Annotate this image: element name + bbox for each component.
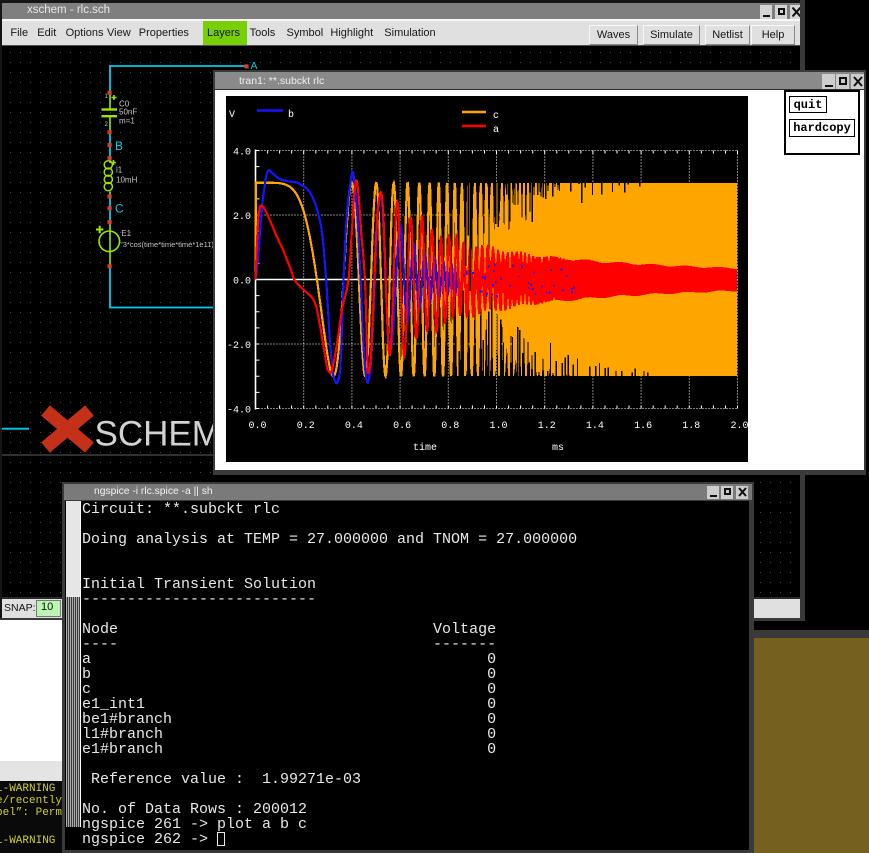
svg-text:50nF: 50nF [119, 108, 137, 117]
svg-text:c: c [493, 111, 499, 122]
svg-text:SCHEM: SCHEM [95, 415, 221, 454]
svg-text:1.0: 1.0 [489, 421, 507, 432]
svg-text:l1: l1 [116, 166, 123, 175]
svg-text:-4.0: -4.0 [227, 406, 251, 417]
svg-text:m=1: m=1 [119, 117, 135, 126]
svg-text:B: B [115, 139, 123, 153]
svg-text:0.6: 0.6 [393, 421, 411, 432]
svg-text:C: C [115, 202, 124, 216]
svg-text:1.8: 1.8 [682, 421, 700, 432]
svg-text:b: b [288, 109, 294, 121]
svg-text:-2.0: -2.0 [227, 341, 251, 352]
svg-text:ms: ms [552, 443, 564, 454]
svg-text:10mH: 10mH [116, 176, 138, 185]
svg-text:V: V [229, 110, 235, 121]
svg-text:1.4: 1.4 [586, 421, 604, 432]
svg-text:a: a [493, 125, 499, 136]
svg-text:0.8: 0.8 [441, 421, 459, 432]
svg-text:2.0: 2.0 [730, 421, 748, 432]
svg-text:1.2: 1.2 [538, 421, 556, 432]
svg-text:0.2: 0.2 [297, 421, 315, 432]
svg-text:4.0: 4.0 [233, 148, 251, 159]
svg-text:0.0: 0.0 [248, 421, 266, 432]
svg-text:1.6: 1.6 [634, 421, 652, 432]
svg-text:'3*cos(time*time*time*1e11): '3*cos(time*time*time*1e11) [121, 240, 214, 249]
svg-text:0.4: 0.4 [345, 421, 363, 432]
svg-text:E1: E1 [121, 229, 131, 238]
svg-text:0.0: 0.0 [233, 277, 251, 288]
svg-text:2.0: 2.0 [233, 212, 251, 223]
svg-text:time: time [413, 442, 437, 454]
